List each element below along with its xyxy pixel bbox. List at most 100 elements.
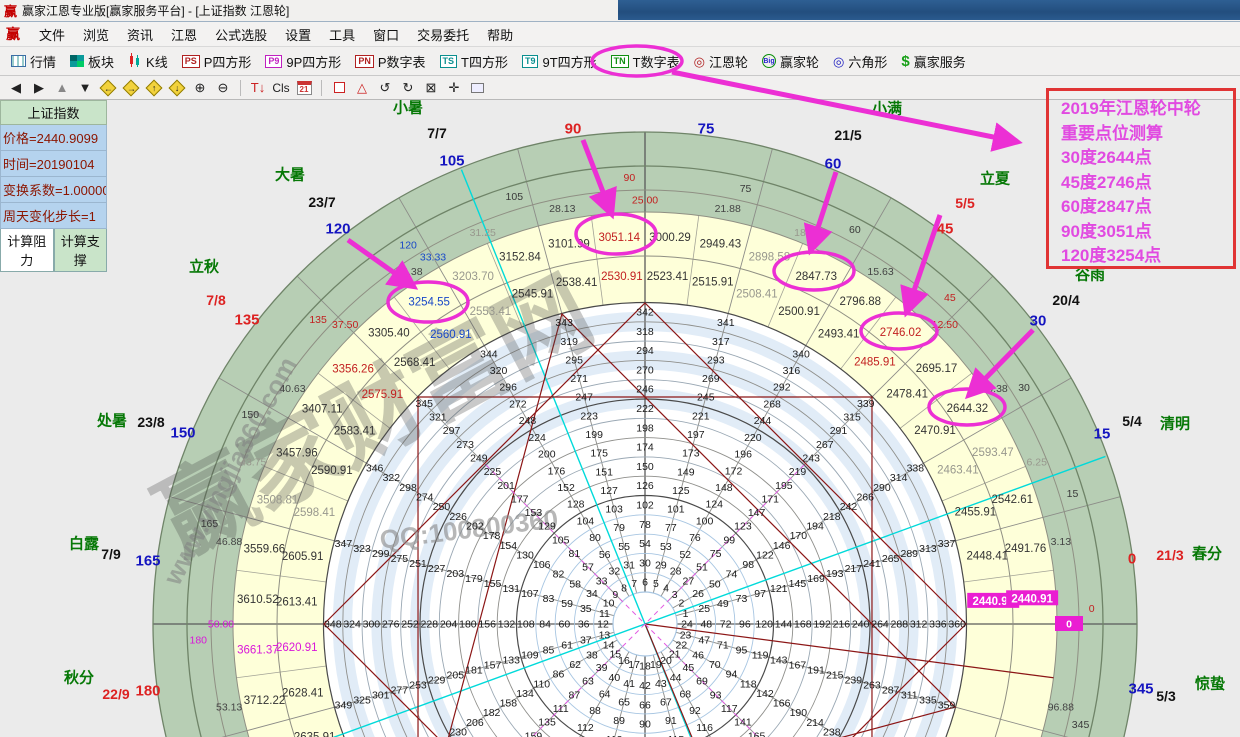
svg-text:337: 337 [938, 538, 956, 550]
PN-icon: PN [355, 55, 374, 68]
menu-item-帮助[interactable]: 帮助 [478, 22, 522, 47]
menu-item-工具[interactable]: 工具 [320, 22, 364, 47]
toolbar-button-六角形[interactable]: ◎六角形 [826, 50, 894, 73]
toolbar-button-T四方形[interactable]: TST四方形 [433, 50, 515, 73]
button-计算支撑[interactable]: 计算支撑 [54, 229, 108, 272]
svg-text:2440.91: 2440.91 [1011, 593, 1053, 605]
svg-text:179: 179 [465, 573, 483, 585]
svg-text:199: 199 [585, 429, 603, 441]
toolbar-button-赢家轮[interactable]: Big赢家轮 [755, 50, 826, 73]
tool-draw-rect[interactable] [329, 78, 349, 97]
tool-time-axis[interactable]: T↓ [248, 78, 268, 97]
tool-rotate-right-step[interactable]: ▼ [75, 78, 95, 97]
svg-text:290: 290 [873, 482, 891, 494]
toolbar-button-江恩轮[interactable]: ◎江恩轮 [687, 50, 755, 73]
svg-text:2542.61: 2542.61 [992, 494, 1034, 506]
menu-item-窗口[interactable]: 窗口 [364, 22, 408, 47]
toolbar-button-P数字表[interactable]: PNP数字表 [348, 50, 432, 73]
toolbar-button-9P四方形[interactable]: P99P四方形 [258, 50, 348, 73]
panel-row-0: 价格=2440.9099 [0, 125, 107, 151]
svg-text:2644.32: 2644.32 [947, 403, 989, 415]
tool-step-up[interactable]: ↑ [144, 78, 164, 97]
svg-text:29: 29 [655, 559, 667, 571]
svg-text:7/8: 7/8 [206, 292, 226, 308]
svg-text:203: 203 [447, 568, 465, 580]
svg-text:63: 63 [582, 676, 594, 688]
svg-text:23: 23 [680, 630, 692, 642]
svg-text:30: 30 [639, 557, 651, 569]
toolbar-button-板块[interactable]: 板块 [63, 50, 121, 73]
svg-text:344: 344 [480, 348, 498, 360]
tool-next[interactable]: ▶ [29, 78, 49, 97]
svg-text:47: 47 [698, 635, 710, 647]
tool-prev[interactable]: ◀ [6, 78, 26, 97]
svg-text:263: 263 [863, 679, 881, 691]
svg-text:128: 128 [567, 499, 585, 511]
tool-zoom-in[interactable]: ⊕ [190, 78, 210, 97]
svg-text:206: 206 [466, 717, 484, 729]
toolbar-button-T数字表[interactable]: TNT数字表 [604, 50, 687, 73]
tool-calendar[interactable]: 21 [294, 78, 314, 97]
toolbar-button-行情[interactable]: 行情 [4, 50, 63, 73]
tool-draw-triangle[interactable]: △ [352, 78, 372, 97]
tool-delete-box[interactable]: ⊠ [421, 78, 441, 97]
svg-text:123: 123 [734, 521, 752, 533]
svg-text:227: 227 [428, 563, 446, 575]
svg-text:239: 239 [845, 675, 863, 687]
svg-text:226: 226 [449, 511, 467, 523]
svg-text:3661.37: 3661.37 [237, 645, 279, 657]
svg-text:157: 157 [484, 660, 502, 672]
svg-text:小暑: 小暑 [393, 98, 423, 116]
svg-text:49: 49 [717, 598, 729, 610]
svg-text:133: 133 [502, 655, 520, 667]
svg-text:36: 36 [578, 619, 590, 631]
menu-item-交易委托[interactable]: 交易委托 [408, 22, 478, 47]
六角形-icon: ◎ [833, 55, 844, 68]
rect-tool-icon [334, 82, 345, 93]
svg-text:191: 191 [807, 665, 825, 677]
menu-item-江恩[interactable]: 江恩 [162, 22, 206, 47]
svg-text:346: 346 [366, 463, 384, 475]
江恩轮-icon: ◎ [694, 55, 705, 68]
svg-text:143: 143 [770, 655, 788, 667]
toolbar-button-赢家服务[interactable]: $赢家服务 [894, 50, 972, 73]
svg-text:100: 100 [696, 515, 714, 527]
svg-text:204: 204 [440, 619, 458, 631]
svg-text:135: 135 [309, 314, 327, 326]
svg-text:274: 274 [416, 492, 434, 504]
svg-text:2455.91: 2455.91 [955, 507, 997, 519]
tool-step-right[interactable]: → [121, 78, 141, 97]
toolbar-button-9T四方形[interactable]: T99T四方形 [515, 50, 604, 73]
tool-rotate-cw[interactable]: ↻ [398, 78, 418, 97]
toolbar-button-P四方形[interactable]: PSP四方形 [175, 50, 259, 73]
screen-tool-icon [471, 83, 484, 93]
svg-text:4: 4 [663, 582, 669, 594]
tool-zoom-out[interactable]: ⊖ [213, 78, 233, 97]
tool-cls[interactable]: Cls [271, 78, 291, 97]
svg-text:53: 53 [660, 541, 672, 553]
svg-text:292: 292 [773, 382, 791, 394]
svg-text:225: 225 [484, 466, 502, 478]
svg-text:97: 97 [754, 588, 766, 600]
menu-item-文件[interactable]: 文件 [30, 22, 74, 47]
menu-item-设置[interactable]: 设置 [276, 22, 320, 47]
tool-rotate-left-step[interactable]: ▲ [52, 78, 72, 97]
svg-text:2605.91: 2605.91 [282, 551, 324, 563]
tool-screen[interactable] [467, 78, 487, 97]
svg-text:31.25: 31.25 [470, 227, 496, 239]
tool-center-cross[interactable]: ✛ [444, 78, 464, 97]
tool-step-left[interactable]: ← [98, 78, 118, 97]
svg-text:318: 318 [636, 326, 654, 338]
menu-item-公式选股[interactable]: 公式选股 [206, 22, 276, 47]
svg-text:30: 30 [1018, 382, 1030, 394]
svg-text:224: 224 [528, 432, 546, 444]
button-计算阻力[interactable]: 计算阻力 [0, 229, 54, 272]
menu-item-浏览[interactable]: 浏览 [74, 22, 118, 47]
svg-text:104: 104 [577, 515, 595, 527]
tool-rotate-ccw[interactable]: ↺ [375, 78, 395, 97]
tool-step-down[interactable]: ↓ [167, 78, 187, 97]
toolbar-button-K线[interactable]: K线 [121, 50, 175, 73]
menu-item-资讯[interactable]: 资讯 [118, 22, 162, 47]
svg-text:34: 34 [586, 588, 598, 600]
svg-text:129: 129 [538, 521, 556, 533]
